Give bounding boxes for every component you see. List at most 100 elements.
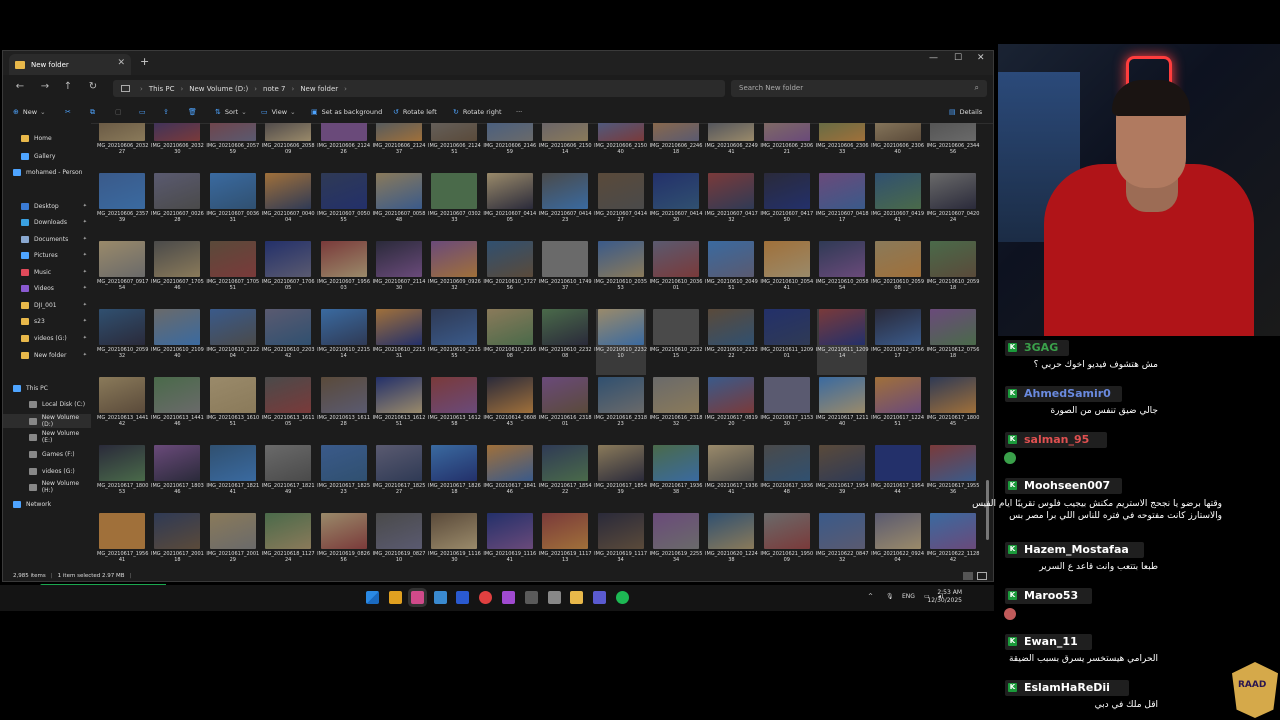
app-icon[interactable] xyxy=(525,591,538,604)
file-item[interactable]: IMG_20210617_193648 xyxy=(760,445,813,511)
file-item[interactable]: IMG_20210617_184146 xyxy=(483,445,536,511)
file-item[interactable]: IMG_20210606_212426 xyxy=(317,123,370,171)
file-explorer-icon[interactable] xyxy=(389,591,402,604)
file-item[interactable]: IMG_20210610_221531 xyxy=(373,309,425,375)
file-item[interactable]: IMG_20210616_231801 xyxy=(539,377,592,443)
file-item[interactable]: IMG_20210607_170605 xyxy=(262,241,315,307)
edge-icon[interactable] xyxy=(434,591,447,604)
file-item[interactable]: IMG_20210613_144146 xyxy=(151,377,204,443)
file-item[interactable]: IMG_20210621_195009 xyxy=(760,513,813,569)
file-item[interactable]: IMG_20210617_195641 xyxy=(97,513,148,569)
file-item[interactable]: IMG_20210607_041423 xyxy=(539,173,592,239)
file-item[interactable]: IMG_20210610_204951 xyxy=(705,241,758,307)
file-item[interactable]: IMG_20210607_005055 xyxy=(317,173,370,239)
file-item[interactable]: IMG_20210610_205908 xyxy=(871,241,924,307)
file-item[interactable]: IMG_20210606_214659 xyxy=(483,123,536,171)
new-button[interactable]: ⊕ New ⌄ xyxy=(13,108,46,116)
file-item[interactable]: IMG_20210606_212451 xyxy=(428,123,481,171)
file-item[interactable]: IMG_20210617_193638 xyxy=(650,445,702,511)
back-icon[interactable]: ← xyxy=(13,81,27,92)
file-item[interactable]: IMG_20210617_193641 xyxy=(705,445,758,511)
file-item[interactable]: IMG_20210617_180346 xyxy=(151,445,204,511)
file-item[interactable]: IMG_20210607_042024 xyxy=(927,173,979,239)
file-item[interactable]: IMG_20210606_205809 xyxy=(262,123,315,171)
file-item[interactable]: IMG_20210607_091754 xyxy=(97,241,148,307)
file-item[interactable]: IMG_20210606_215040 xyxy=(594,123,647,171)
file-item[interactable]: IMG_20210616_231832 xyxy=(650,377,702,443)
file-item[interactable]: IMG_20210617_200118 xyxy=(151,513,204,569)
file-item[interactable]: IMG_20210607_041732 xyxy=(705,173,758,239)
file-item[interactable]: IMG_20210607_170551 xyxy=(206,241,259,307)
file-item[interactable]: IMG_20210606_230621 xyxy=(760,123,813,171)
refresh-icon[interactable]: ↻ xyxy=(86,81,100,92)
sidebar-item[interactable]: This PC xyxy=(3,381,91,395)
file-item[interactable]: IMG_20210607_002628 xyxy=(151,173,204,239)
sidebar-item[interactable]: s23 ✦ xyxy=(3,314,91,328)
folder-icon[interactable] xyxy=(570,591,583,604)
chevron-up-icon[interactable]: ^ xyxy=(868,593,873,600)
file-item[interactable]: IMG_20210606_215014 xyxy=(539,123,592,171)
sidebar-item[interactable]: New Volume (H:) xyxy=(3,480,91,494)
file-item[interactable]: IMG_20210610_223210 xyxy=(594,309,647,375)
more-options-button[interactable]: ··· xyxy=(516,108,522,116)
breadcrumb[interactable]: › This PC › New Volume (D:) › note 7 › N… xyxy=(113,80,725,97)
file-item[interactable]: IMG_20210617_182618 xyxy=(428,445,481,511)
up-icon[interactable]: ↑ xyxy=(61,81,75,92)
file-item[interactable]: IMG_20210613_161051 xyxy=(206,377,259,443)
file-item[interactable]: IMG_20210617_182149 xyxy=(262,445,315,511)
file-item[interactable]: IMG_20210610_172756 xyxy=(483,241,536,307)
file-item[interactable]: IMG_20210617_180045 xyxy=(927,377,979,443)
file-item[interactable]: IMG_20210610_205854 xyxy=(816,241,869,307)
sidebar-item[interactable]: Gallery xyxy=(3,149,91,163)
rotate-left-button[interactable]: ↺ Rotate left xyxy=(393,108,437,116)
breadcrumb-item[interactable]: New folder xyxy=(300,85,338,93)
file-item[interactable]: IMG_20210619_111734 xyxy=(594,513,647,569)
file-item[interactable]: IMG_20210610_221514 xyxy=(317,309,370,375)
file-item[interactable]: IMG_20210606_230640 xyxy=(871,123,924,171)
file-item[interactable]: IMG_20210607_041817 xyxy=(816,173,869,239)
sidebar-item[interactable]: New Volume (E:) xyxy=(3,430,91,444)
file-item[interactable]: IMG_20210606_212437 xyxy=(373,123,425,171)
rename-icon[interactable]: ▭ xyxy=(139,108,150,116)
spotify-icon[interactable] xyxy=(616,591,629,604)
breadcrumb-item[interactable]: This PC xyxy=(149,85,175,93)
file-item[interactable]: IMG_20210622_092404 xyxy=(871,513,924,569)
chrome-icon[interactable] xyxy=(479,591,492,604)
file-item[interactable]: IMG_20210610_220342 xyxy=(262,309,315,375)
sidebar-item[interactable]: Home xyxy=(3,131,91,145)
file-item[interactable]: IMG_20210607_041405 xyxy=(483,173,536,239)
details-button[interactable]: ▤ Details xyxy=(949,108,982,116)
file-item[interactable]: IMG_20210606_203230 xyxy=(151,123,204,171)
file-item[interactable]: IMG_20210617_180053 xyxy=(97,445,148,511)
file-item[interactable]: IMG_20210606_235739 xyxy=(97,173,148,239)
file-item[interactable]: IMG_20210617_182523 xyxy=(317,445,370,511)
sidebar-item[interactable]: Documents ✦ xyxy=(3,232,91,246)
sidebar-item[interactable]: videos (G:) xyxy=(3,464,91,478)
file-item[interactable]: IMG_20210619_082710 xyxy=(373,513,425,569)
close-tab-icon[interactable]: ✕ xyxy=(117,58,125,68)
file-item[interactable]: IMG_20210607_005848 xyxy=(373,173,425,239)
file-item[interactable]: IMG_20210606_205759 xyxy=(206,123,259,171)
file-item[interactable]: IMG_20210620_122438 xyxy=(705,513,758,569)
file-item[interactable]: IMG_20210610_205918 xyxy=(927,241,979,307)
file-item[interactable]: IMG_20210612_075618 xyxy=(927,309,979,375)
sidebar-item[interactable]: New folder ✦ xyxy=(3,348,91,362)
file-item[interactable]: IMG_20210607_195603 xyxy=(317,241,370,307)
file-item[interactable]: IMG_20210607_041430 xyxy=(650,173,702,239)
file-item[interactable]: IMG_20210610_205932 xyxy=(97,309,148,375)
file-item[interactable]: IMG_20210611_120901 xyxy=(760,309,813,375)
copy-icon[interactable]: ⧉ xyxy=(90,108,99,117)
file-item[interactable]: IMG_20210606_230633 xyxy=(816,123,869,171)
file-item[interactable]: IMG_20210607_041427 xyxy=(594,173,647,239)
details-view-icon[interactable] xyxy=(963,571,973,580)
app-icon[interactable] xyxy=(456,591,469,604)
file-item[interactable]: IMG_20210610_203601 xyxy=(650,241,702,307)
file-item[interactable]: IMG_20210617_121140 xyxy=(816,377,869,443)
paste-icon[interactable]: ▢ xyxy=(115,108,126,116)
file-item[interactable]: IMG_20210617_182527 xyxy=(373,445,425,511)
file-item[interactable]: IMG_20210618_112724 xyxy=(262,513,315,569)
file-item[interactable]: IMG_20210610_221608 xyxy=(483,309,536,375)
sidebar-item[interactable]: mohamed - Person xyxy=(3,165,91,179)
file-item[interactable]: IMG_20210610_223222 xyxy=(705,309,758,375)
file-item[interactable]: IMG_20210619_111641 xyxy=(483,513,536,569)
